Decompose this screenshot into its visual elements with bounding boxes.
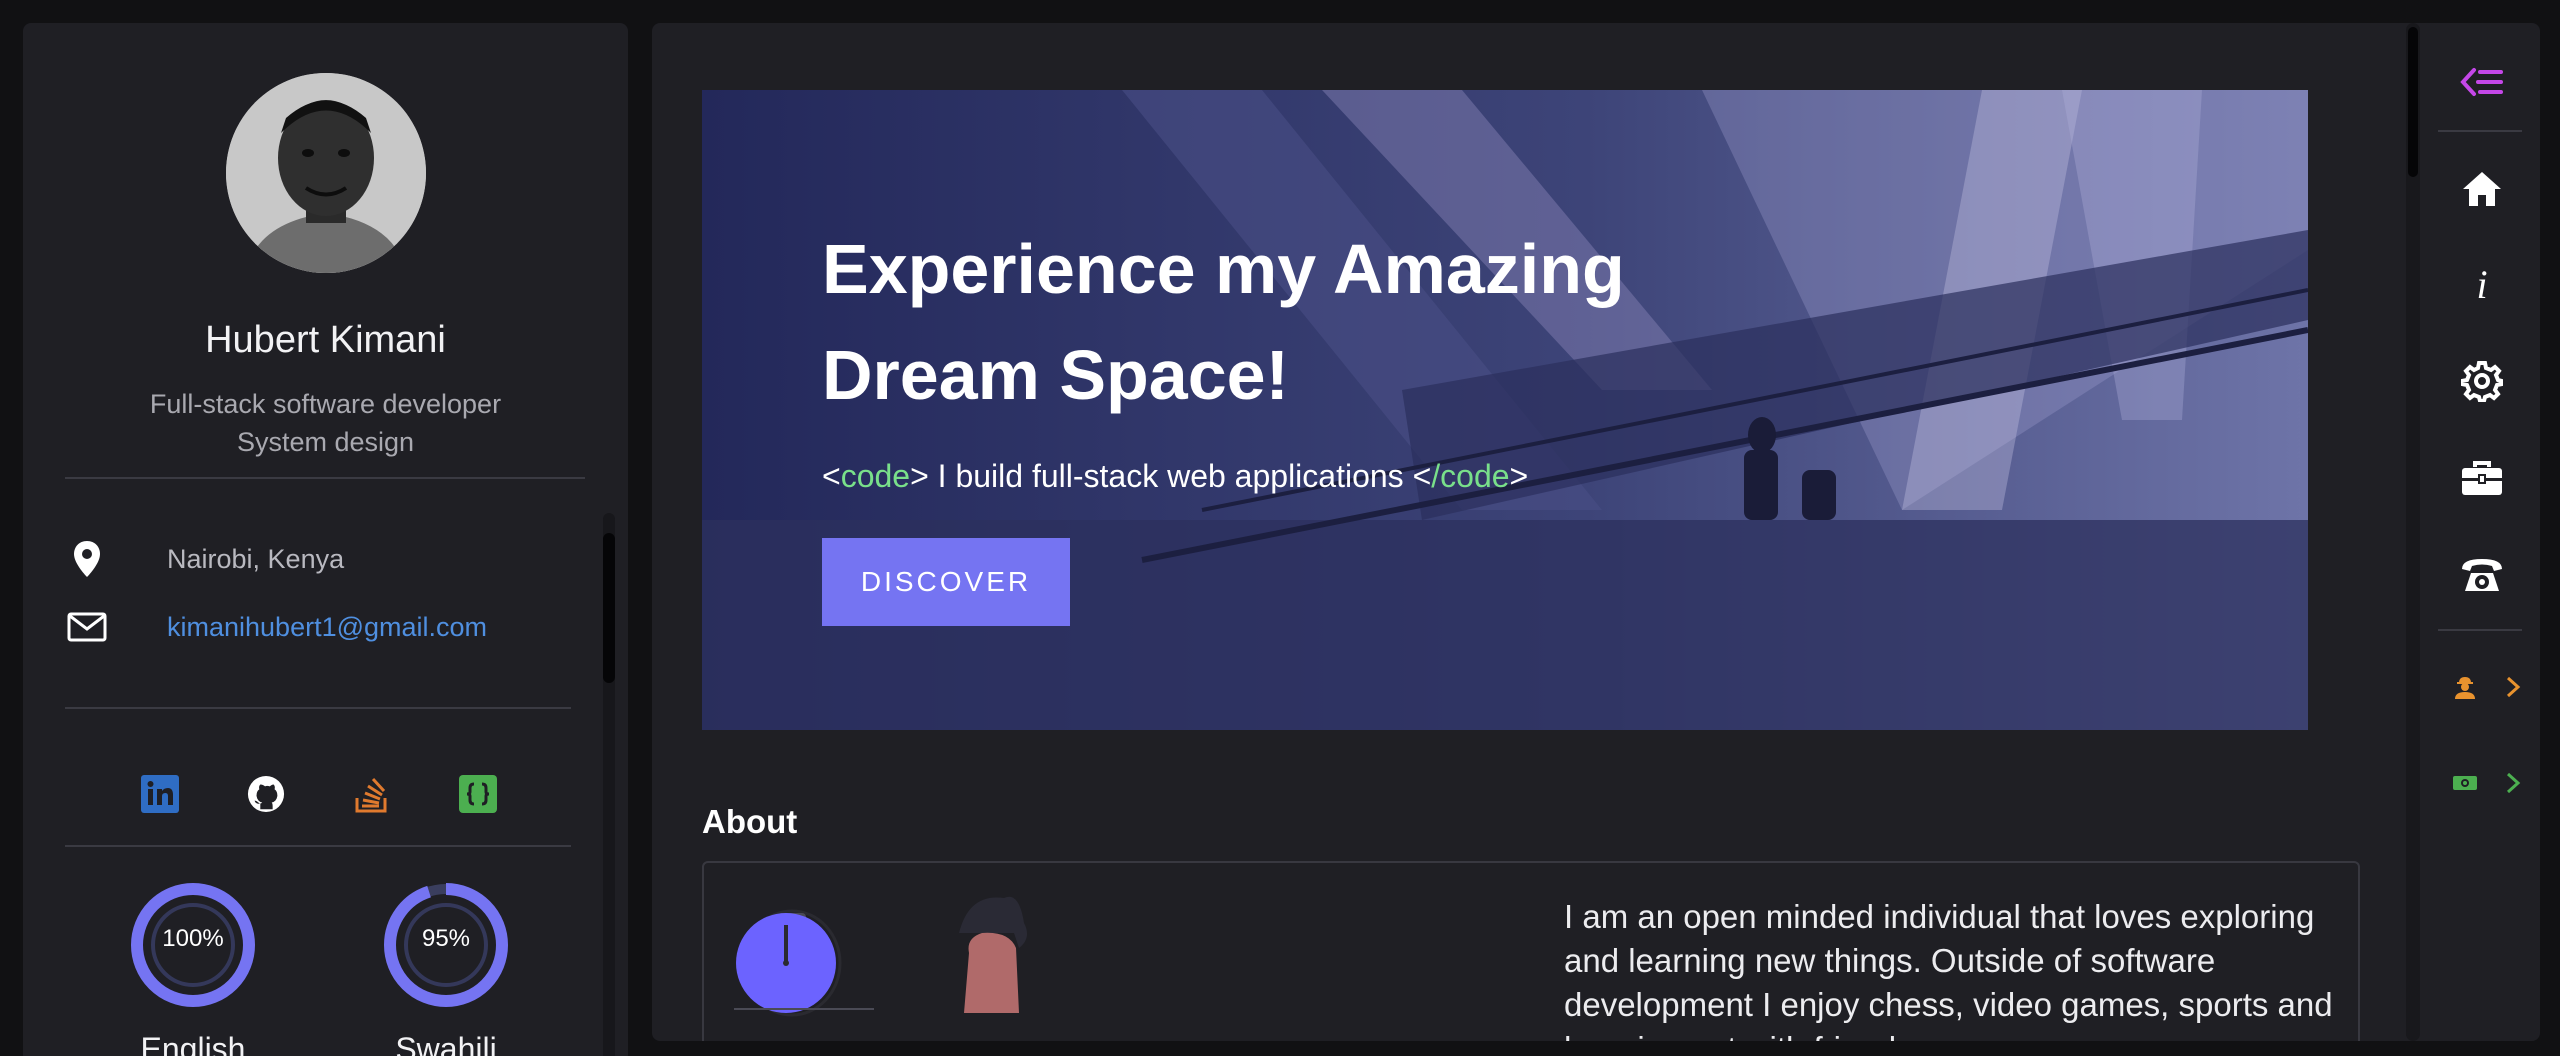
about-card: I am an open minded individual that love… bbox=[702, 861, 2360, 1041]
github-icon[interactable] bbox=[247, 775, 285, 813]
divider bbox=[65, 477, 585, 479]
about-text: I am an open minded individual that love… bbox=[1564, 898, 2333, 1041]
linkedin-icon[interactable] bbox=[141, 775, 179, 813]
about-heading: About bbox=[702, 803, 798, 840]
location-pin-icon bbox=[65, 537, 109, 581]
tool-money[interactable] bbox=[2452, 763, 2522, 803]
code-bracket: > bbox=[1509, 458, 1529, 494]
language-label: Swahili bbox=[395, 1031, 497, 1056]
gear-icon[interactable] bbox=[2456, 355, 2508, 407]
profile-specialty: System design bbox=[236, 427, 415, 457]
menu-collapse-icon[interactable] bbox=[2456, 56, 2508, 108]
worker-icon bbox=[2455, 677, 2475, 699]
stackoverflow-icon[interactable] bbox=[353, 775, 391, 813]
location-row: Nairobi, Kenya bbox=[65, 537, 344, 581]
social-links bbox=[141, 775, 497, 813]
code-tag-open: code bbox=[840, 458, 911, 494]
language-percent: 100% bbox=[162, 925, 224, 952]
email-row: kimanihubert1@gmail.com bbox=[65, 605, 487, 649]
about-illustration bbox=[734, 896, 1028, 1017]
nav-divider bbox=[2438, 130, 2522, 132]
mail-icon bbox=[65, 605, 109, 649]
location-text: Nairobi, Kenya bbox=[167, 543, 345, 574]
nav-divider bbox=[2438, 629, 2522, 631]
chevron-right-icon bbox=[2506, 676, 2521, 698]
divider bbox=[65, 707, 571, 709]
code-braces-icon[interactable] bbox=[459, 775, 497, 813]
main-content: Experience my Amazing Dream Space! <code… bbox=[652, 23, 2540, 1041]
hero-title: Experience my Amazing Dream Space! bbox=[822, 230, 1625, 414]
email-link[interactable]: kimanihubert1@gmail.com bbox=[167, 612, 487, 643]
hero-subtitle: <code> I build full-stack web applicatio… bbox=[822, 458, 1528, 495]
language-label: English bbox=[140, 1031, 246, 1056]
tool-worker[interactable] bbox=[2452, 667, 2522, 707]
telephone-icon[interactable] bbox=[2456, 549, 2508, 601]
language-percent: 95% bbox=[421, 925, 471, 952]
avatar bbox=[226, 73, 426, 273]
profile-role: Full-stack software developer bbox=[149, 389, 502, 419]
subtitle-text: > I build full-stack web applications < bbox=[910, 458, 1432, 494]
divider bbox=[65, 845, 571, 847]
money-icon bbox=[2453, 776, 2477, 790]
scrollbar-thumb[interactable] bbox=[2408, 27, 2418, 177]
code-tag-close: /code bbox=[1431, 458, 1510, 494]
discover-button[interactable]: DISCOVER bbox=[822, 538, 1070, 626]
hero-banner: Experience my Amazing Dream Space! <code… bbox=[702, 90, 2308, 730]
scrollbar-thumb[interactable] bbox=[603, 533, 615, 683]
code-bracket: < bbox=[822, 458, 841, 494]
language-ring-english: 100% bbox=[127, 879, 259, 1011]
profile-panel: Hubert Kimani Full-stack software develo… bbox=[23, 23, 628, 1056]
info-icon[interactable]: i bbox=[2456, 259, 2508, 311]
home-icon[interactable] bbox=[2456, 163, 2508, 215]
briefcase-icon[interactable] bbox=[2456, 453, 2508, 505]
profile-name: Hubert Kimani bbox=[205, 319, 446, 361]
svg-text:i: i bbox=[2476, 265, 2487, 305]
chevron-right-icon bbox=[2506, 772, 2521, 794]
language-ring-swahili: 95% bbox=[380, 879, 512, 1011]
